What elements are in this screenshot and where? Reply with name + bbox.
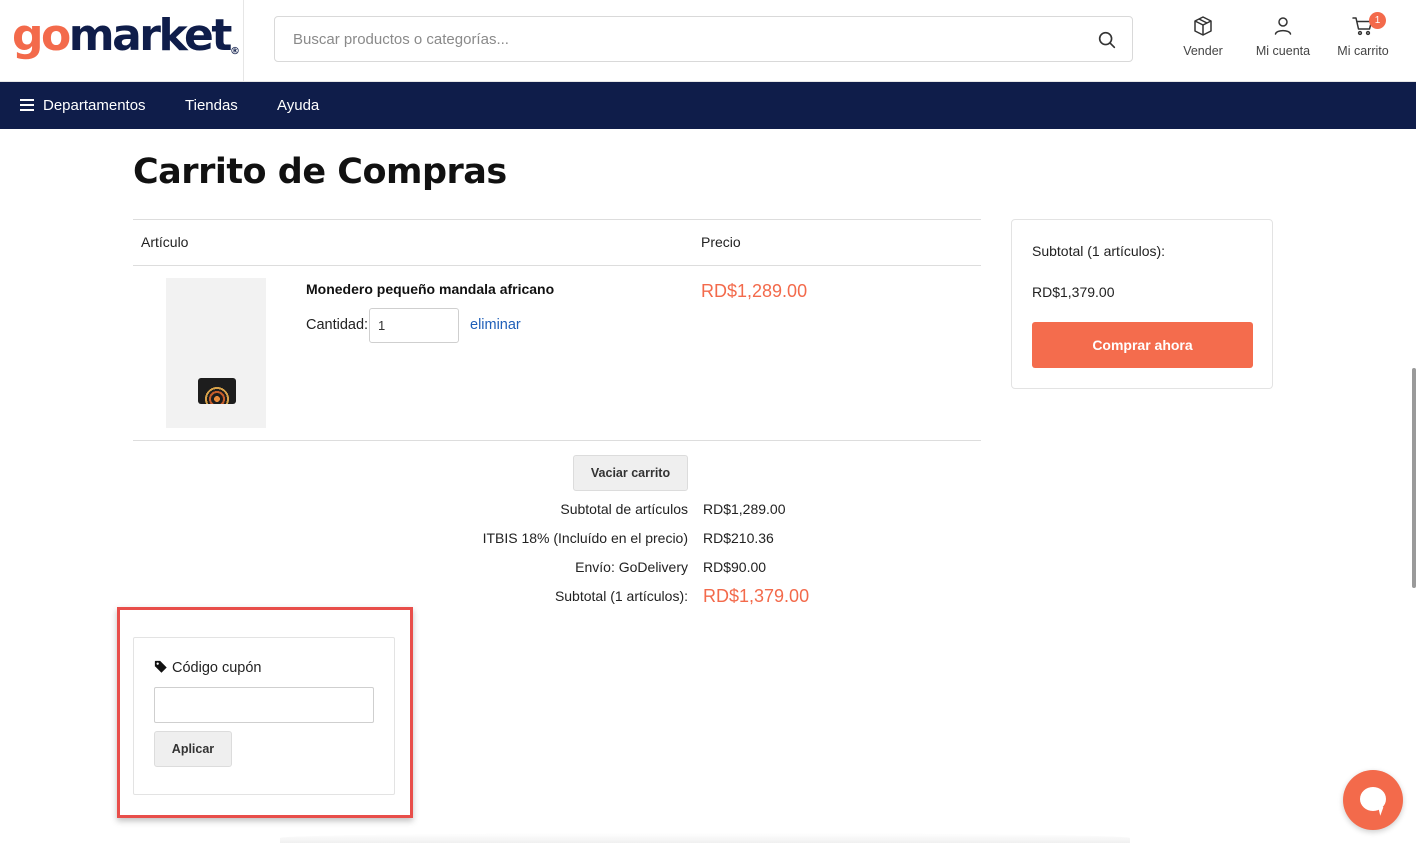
summary-value: RD$1,289.00 xyxy=(703,501,786,517)
logo-area: gomarket® xyxy=(0,0,244,82)
account-label: Mi cuenta xyxy=(1255,44,1311,58)
box-icon xyxy=(1194,16,1212,36)
sell-label: Vender xyxy=(1183,44,1223,58)
footer-shadow xyxy=(280,833,1130,843)
summary-row-subtotal: Subtotal (1 artículos): RD$1,379.00 xyxy=(0,586,980,608)
table-bottom-divider xyxy=(133,440,981,441)
summary-value: RD$210.36 xyxy=(703,530,774,546)
card-subtotal-value: RD$1,379.00 xyxy=(1032,284,1115,300)
card-subtotal-label: Subtotal (1 artículos): xyxy=(1032,243,1166,259)
column-header-price: Precio xyxy=(701,234,741,250)
item-price: RD$1,289.00 xyxy=(701,281,808,301)
summary-row-subtotal-items: Subtotal de artículos RD$1,289.00 xyxy=(0,501,980,521)
gomarket-logo[interactable]: gomarket® xyxy=(12,8,240,80)
nav-help[interactable]: Ayuda xyxy=(277,82,319,129)
cart-count-badge: 1 xyxy=(1369,12,1386,29)
search-icon[interactable] xyxy=(1096,29,1118,51)
chat-button[interactable] xyxy=(1343,770,1403,830)
buy-now-button[interactable]: Comprar ahora xyxy=(1032,322,1253,368)
apply-coupon-button[interactable]: Aplicar xyxy=(154,731,232,767)
quantity-label: Cantidad: xyxy=(306,317,369,333)
menu-icon xyxy=(20,98,34,111)
sell-button[interactable]: Vender xyxy=(1163,14,1243,58)
site-header: gomarket® Vender Mi cuenta 1 Mi carrito xyxy=(0,0,1416,82)
nav-stores[interactable]: Tiendas xyxy=(185,82,238,129)
search-input[interactable] xyxy=(275,17,1075,61)
table-top-divider xyxy=(133,219,981,220)
coupon-title-label: Código cupón xyxy=(172,660,262,676)
cart-button[interactable]: 1 Mi carrito xyxy=(1323,12,1403,58)
summary-label: Subtotal (1 artículos): xyxy=(554,588,688,604)
column-header-article: Artículo xyxy=(141,234,189,250)
cart-label: Mi carrito xyxy=(1337,44,1389,58)
remove-item-link[interactable]: eliminar xyxy=(470,317,521,333)
summary-label: Envío: GoDelivery xyxy=(575,559,688,575)
order-summary-card: Subtotal (1 artículos): RD$1,379.00 Comp… xyxy=(1011,219,1273,389)
product-image[interactable] xyxy=(166,278,266,428)
nav-departments-label: Departamentos xyxy=(43,97,146,114)
summary-row-itbis: ITBIS 18% (Incluído en el precio) RD$210… xyxy=(0,530,980,550)
nav-departments[interactable]: Departamentos xyxy=(20,82,146,129)
page-scrollbar[interactable] xyxy=(1412,368,1416,588)
product-name[interactable]: Monedero pequeño mandala africano xyxy=(306,281,554,297)
summary-label: ITBIS 18% (Incluído en el precio) xyxy=(482,530,688,546)
table-header-divider xyxy=(133,265,981,266)
page-title: Carrito de Compras xyxy=(133,152,507,192)
summary-row-shipping: Envío: GoDelivery RD$90.00 xyxy=(0,559,980,579)
account-button[interactable]: Mi cuenta xyxy=(1243,14,1323,58)
chat-bubble-tail xyxy=(1374,805,1384,816)
quantity-input[interactable] xyxy=(369,308,459,343)
coupon-title: Código cupón xyxy=(154,660,262,676)
search-bar xyxy=(274,16,1133,62)
summary-value: RD$90.00 xyxy=(703,559,767,575)
main-nav: Departamentos Tiendas Ayuda xyxy=(0,82,1416,129)
wallet-thumbnail xyxy=(198,378,236,404)
summary-label: Subtotal de artículos xyxy=(560,501,688,517)
summary-total-value: RD$1,379.00 xyxy=(703,586,810,606)
user-icon xyxy=(1274,17,1292,35)
coupon-code-input[interactable] xyxy=(154,687,374,723)
coupon-panel: Código cupón Aplicar xyxy=(133,637,395,795)
tag-icon xyxy=(154,660,167,673)
empty-cart-button[interactable]: Vaciar carrito xyxy=(573,455,688,491)
